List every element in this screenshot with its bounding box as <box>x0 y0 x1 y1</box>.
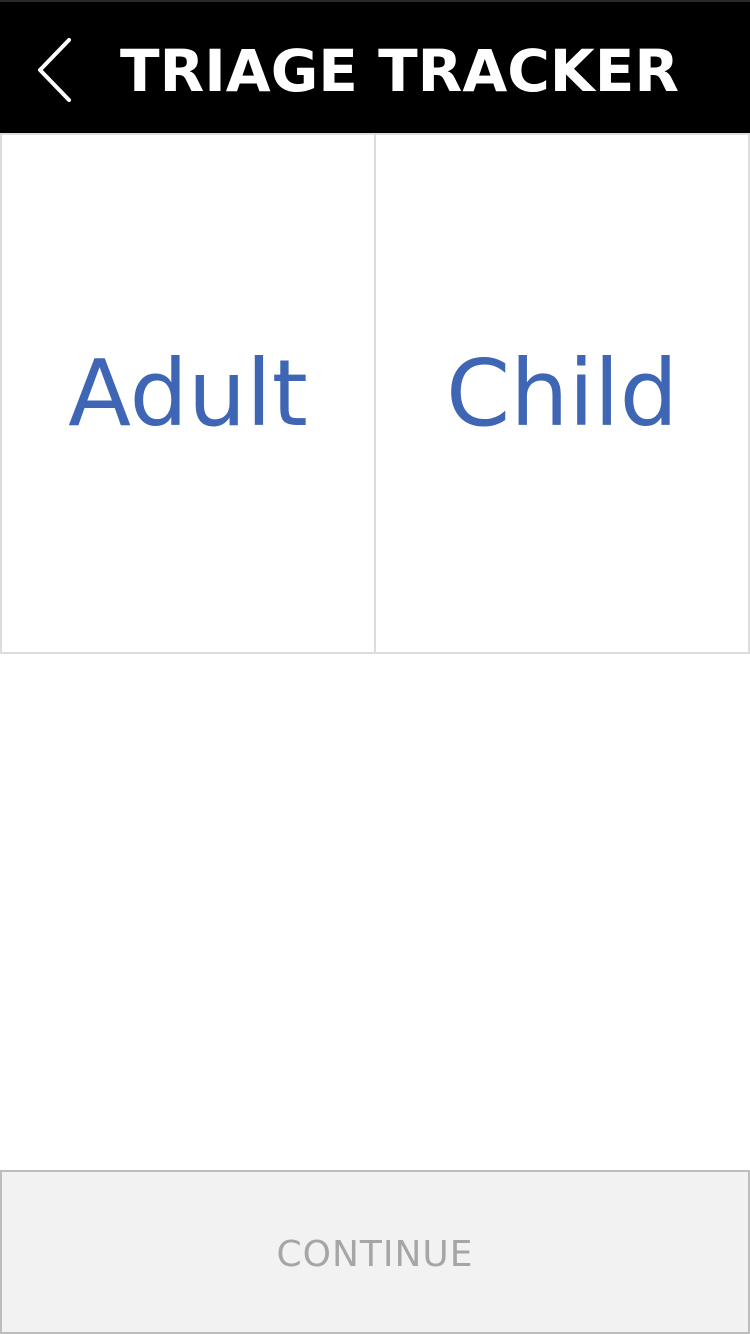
adult-option[interactable]: Adult <box>0 133 376 654</box>
back-button[interactable] <box>26 32 86 106</box>
chevron-left-icon <box>38 38 71 102</box>
patient-type-options: Adult Child <box>0 133 750 654</box>
continue-button[interactable]: CONTINUE <box>0 1170 750 1334</box>
continue-button-label: CONTINUE <box>276 1233 474 1275</box>
child-option[interactable]: Child <box>376 133 750 654</box>
page-title: TRIAGE TRACKER <box>120 37 680 105</box>
child-option-label: Child <box>445 339 679 447</box>
app-header: TRIAGE TRACKER <box>0 0 750 133</box>
adult-option-label: Adult <box>68 339 308 447</box>
